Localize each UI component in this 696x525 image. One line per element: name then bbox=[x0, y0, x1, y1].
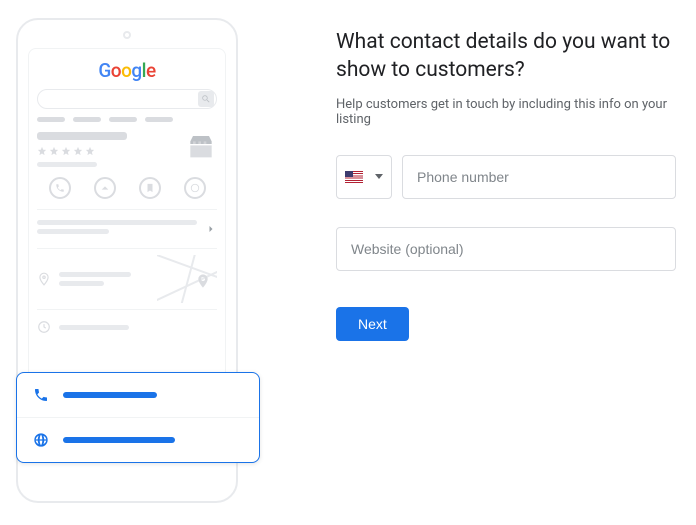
tab-placeholder bbox=[37, 117, 65, 122]
contact-callout bbox=[16, 372, 260, 463]
list-line bbox=[37, 229, 109, 234]
tab-placeholder bbox=[109, 117, 137, 122]
google-logo: Google bbox=[37, 59, 217, 82]
search-bar-mock bbox=[37, 89, 217, 109]
map-pin-icon bbox=[37, 272, 51, 286]
tab-placeholder bbox=[73, 117, 101, 122]
action-icon bbox=[94, 177, 116, 199]
website-input[interactable] bbox=[336, 227, 676, 271]
search-icon bbox=[201, 94, 211, 104]
next-button[interactable]: Next bbox=[336, 307, 409, 341]
list-line bbox=[37, 220, 197, 225]
clock-icon bbox=[37, 320, 51, 334]
action-icon bbox=[139, 177, 161, 199]
action-icon bbox=[184, 177, 206, 199]
chevron-right-icon bbox=[205, 223, 217, 235]
us-flag-icon bbox=[345, 171, 363, 183]
address-line bbox=[59, 281, 104, 286]
rating-stars bbox=[37, 146, 175, 156]
globe-icon bbox=[33, 432, 49, 448]
phone-side-button bbox=[236, 125, 238, 153]
action-icon bbox=[49, 177, 71, 199]
tab-placeholder bbox=[145, 117, 173, 122]
result-line bbox=[37, 162, 97, 167]
page-heading: What contact details do you want to show… bbox=[336, 28, 676, 85]
website-placeholder-line bbox=[63, 437, 175, 443]
phone-side-button bbox=[236, 180, 238, 224]
phone-placeholder-line bbox=[63, 392, 157, 398]
address-line bbox=[59, 272, 131, 277]
phone-icon bbox=[33, 387, 49, 403]
page-subtext: Help customers get in touch by including… bbox=[336, 97, 676, 127]
store-icon bbox=[185, 132, 217, 164]
hours-line bbox=[59, 325, 129, 330]
phone-number-input[interactable] bbox=[402, 155, 676, 199]
result-title bbox=[37, 132, 127, 140]
map-thumbnail bbox=[157, 255, 217, 303]
phone-speaker bbox=[123, 31, 131, 39]
chevron-down-icon bbox=[375, 174, 383, 179]
country-code-select[interactable] bbox=[336, 155, 392, 199]
